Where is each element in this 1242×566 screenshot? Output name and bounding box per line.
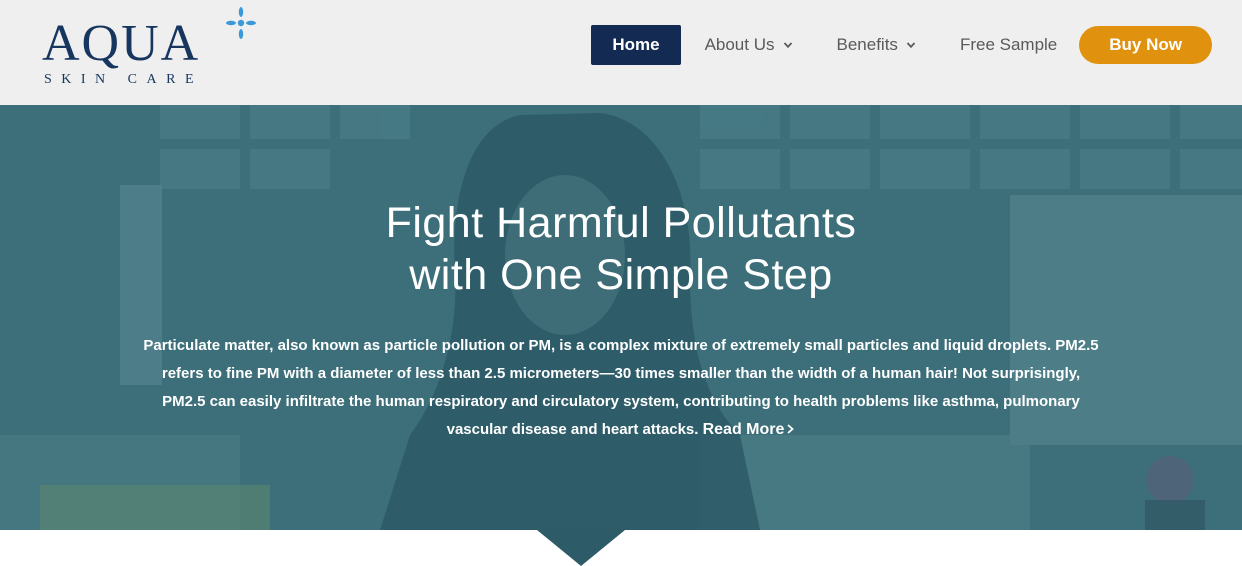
logo-subtitle: SKIN CARE: [44, 72, 204, 87]
page: AQUA SKIN CARE Home About Us Benefits Fr…: [0, 0, 1242, 566]
nav-home[interactable]: Home: [591, 25, 681, 65]
buy-now-button[interactable]: Buy Now: [1079, 26, 1212, 64]
hero-title-line-1: Fight Harmful Pollutants: [385, 199, 857, 247]
hero-body-text: Particulate matter, also known as partic…: [143, 337, 1099, 438]
hero-title: Fight Harmful Pollutants with One Simple…: [0, 197, 1242, 301]
nav-home-label: Home: [612, 35, 660, 54]
sparkle-icon: [226, 7, 256, 39]
nav-benefits-label: Benefits: [836, 35, 898, 54]
read-more-link[interactable]: Read More: [703, 421, 796, 438]
chevron-down-icon: [906, 42, 916, 49]
chevron-right-icon: [787, 424, 795, 434]
logo-wordmark: AQUA: [42, 15, 201, 72]
section-pointer-triangle: [537, 530, 625, 566]
hero-description: Particulate matter, also known as partic…: [140, 332, 1102, 444]
chevron-down-icon: [783, 42, 792, 49]
nav-free-sample[interactable]: Free Sample: [938, 25, 1079, 65]
logo[interactable]: AQUA SKIN CARE: [42, 7, 262, 94]
buy-now-label: Buy Now: [1109, 35, 1182, 54]
nav-about-us-label: About Us: [704, 35, 775, 54]
nav-about-us[interactable]: About Us: [683, 25, 815, 65]
read-more-label: Read More: [702, 421, 785, 438]
main-nav: Home About Us Benefits Free Sample Buy N…: [591, 25, 1212, 65]
hero-banner: Fight Harmful Pollutants with One Simple…: [0, 105, 1242, 530]
nav-free-sample-label: Free Sample: [959, 35, 1058, 54]
nav-benefits[interactable]: Benefits: [815, 25, 938, 65]
hero-title-line-2: with One Simple Step: [409, 251, 833, 299]
site-header: AQUA SKIN CARE Home About Us Benefits Fr…: [0, 0, 1242, 105]
hero-background-image: [0, 105, 1242, 530]
